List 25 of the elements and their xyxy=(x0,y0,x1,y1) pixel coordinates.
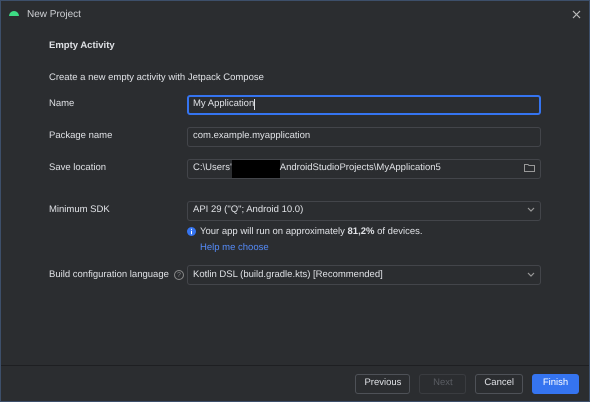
dialog-button[interactable]: Previous xyxy=(355,374,410,394)
redaction-block xyxy=(232,160,280,178)
chevron-down-icon xyxy=(527,272,535,277)
info-icon xyxy=(187,227,196,236)
path-field[interactable]: C:\Users' AndroidStudioProjects\MyApplication5 xyxy=(187,158,541,178)
folder-icon[interactable] xyxy=(524,163,535,172)
field-label: Build configuration language xyxy=(49,268,169,282)
window-title: New Project xyxy=(27,8,81,22)
dialog-button[interactable]: Cancel xyxy=(475,374,523,394)
field-label: Package name xyxy=(49,129,112,144)
dropdown[interactable]: API 29 ("Q"; Android 10.0) xyxy=(187,200,541,220)
text-field[interactable]: com.example.myapplication xyxy=(187,126,541,146)
description-text: Create a new empty activity with Jetpack Compose xyxy=(49,71,265,86)
field-label: Save location xyxy=(49,161,106,176)
chevron-down-icon xyxy=(527,207,535,212)
close-icon[interactable] xyxy=(572,10,581,20)
section-title: Empty Activity xyxy=(49,39,116,53)
field-label: Name xyxy=(49,97,74,112)
app-logo-icon xyxy=(9,10,19,16)
dropdown[interactable]: Kotlin DSL (build.gradle.kts) [Recommended] xyxy=(187,265,541,285)
help-link[interactable]: Help me choose xyxy=(200,240,269,255)
info-text: Your app will run on approximately 81,2% of devices. xyxy=(200,224,423,238)
text-field[interactable]: My Application xyxy=(187,94,541,114)
field-label: Minimum SDK xyxy=(49,203,110,218)
dialog-button[interactable]: Finish xyxy=(532,374,579,394)
